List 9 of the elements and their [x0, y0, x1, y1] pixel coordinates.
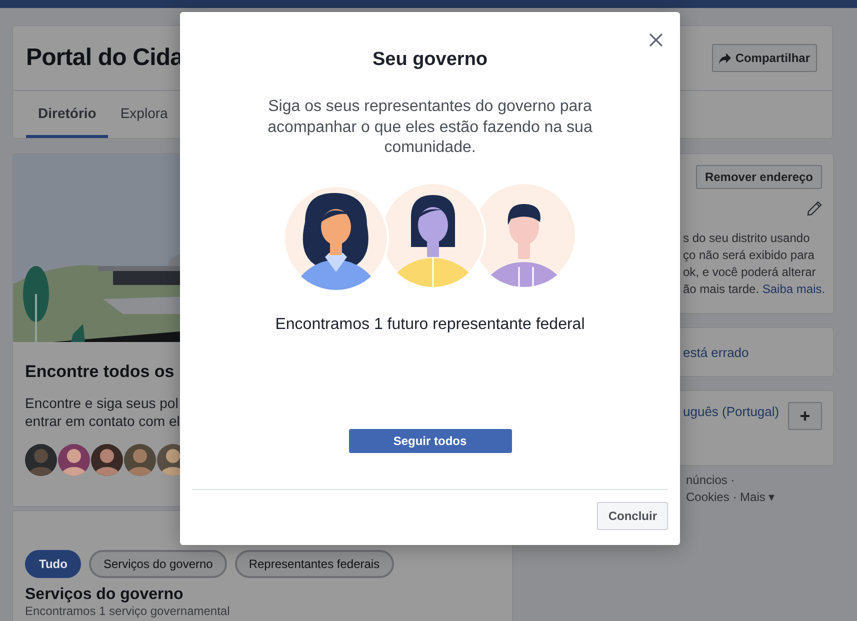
- section-heading: Encontre todos os: [25, 362, 176, 382]
- services-heading: Serviços do governo: [25, 586, 184, 604]
- dialog-title: Seu governo: [372, 49, 488, 71]
- address-info-text: s do seu distrito usando ço não será exibido para ok, e você poderá alterar ão mais tarde. Saiba mais.: [683, 230, 826, 298]
- footer-links: núncios · Cookies · Mais ▾: [685, 472, 776, 506]
- dialog-description: Siga os seus representantes do governo para acompanhar o que eles estão fazendo na sua comunidade.: [266, 97, 594, 158]
- services-subtitle: Encontramos 1 serviço governamental: [25, 604, 231, 618]
- result-text: Encontramos 1 futuro representante federal: [275, 316, 585, 334]
- intro-text: Encontre e siga seus pol entrar em contato com el: [25, 394, 181, 430]
